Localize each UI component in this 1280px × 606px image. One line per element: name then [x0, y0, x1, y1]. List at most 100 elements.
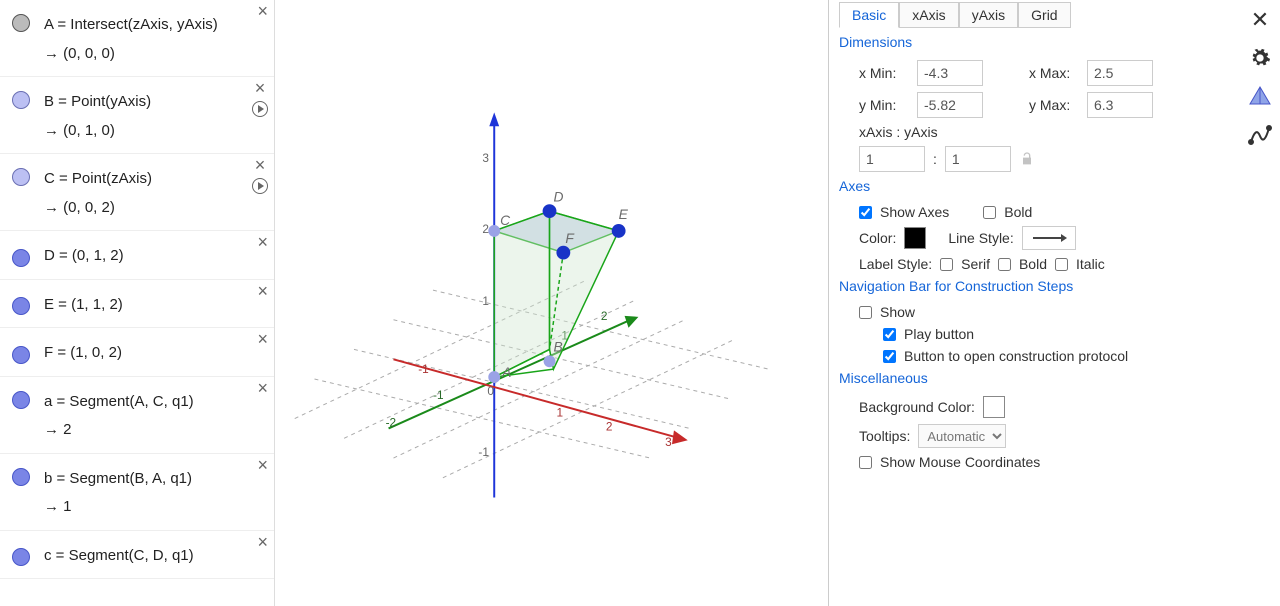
z-tick: -1 [478, 445, 489, 459]
point-label: B [553, 338, 562, 354]
xmax-input[interactable] [1087, 60, 1153, 86]
show-axes-checkbox[interactable] [859, 206, 872, 219]
algebra-row[interactable]: c = Segment(C, D, q1)× [0, 531, 274, 580]
visibility-bullet[interactable] [12, 548, 30, 566]
point-label: C [500, 212, 511, 228]
algebra-value: → (0, 0, 2) [44, 194, 268, 223]
algebra-value: → (0, 0, 0) [44, 40, 268, 69]
mouse-coords-checkbox[interactable] [859, 456, 872, 469]
visibility-bullet[interactable] [12, 14, 30, 32]
close-icon[interactable]: × [257, 2, 268, 20]
tab-grid[interactable]: Grid [1018, 2, 1070, 28]
nav-protocol-checkbox[interactable] [883, 350, 896, 363]
algebra-row[interactable]: E = (1, 1, 2)× [0, 280, 274, 329]
show-axes-label: Show Axes [880, 204, 949, 220]
tab-basic[interactable]: Basic [839, 2, 899, 28]
algebra-row[interactable]: A = Intersect(zAxis, yAxis)→ (0, 0, 0) × [0, 0, 274, 77]
y-tick: -1 [433, 388, 444, 402]
play-icon[interactable] [252, 101, 268, 117]
3d-viewport[interactable]: 3 2 1 -1 0 -2 -1 1 2 -1 1 2 3 A B C D E … [275, 0, 828, 606]
visibility-bullet[interactable] [12, 168, 30, 186]
x-tick: 1 [556, 406, 563, 420]
point-f[interactable] [556, 246, 570, 260]
dimensions-header: Dimensions [839, 34, 1234, 50]
visibility-bullet[interactable] [12, 297, 30, 315]
ymin-label: y Min: [859, 97, 909, 113]
axes-color-swatch[interactable] [904, 227, 926, 249]
tab-xaxis[interactable]: xAxis [899, 2, 958, 28]
bgcolor-label: Background Color: [859, 399, 975, 415]
curve-icon[interactable] [1248, 122, 1272, 146]
nav-play-checkbox[interactable] [883, 328, 896, 341]
ratio-y-input[interactable] [945, 146, 1011, 172]
visibility-bullet[interactable] [12, 468, 30, 486]
algebra-row[interactable]: a = Segment(A, C, q1)→ 2 × [0, 377, 274, 454]
z-tick: 1 [482, 294, 489, 308]
line-style-picker[interactable] [1022, 226, 1076, 250]
close-icon[interactable]: × [257, 379, 268, 397]
gear-icon[interactable] [1248, 46, 1272, 70]
visibility-bullet[interactable] [12, 91, 30, 109]
tetrahedron-icon[interactable] [1248, 84, 1272, 108]
point-label: D [553, 188, 563, 204]
xmin-label: x Min: [859, 65, 909, 81]
algebra-row[interactable]: b = Segment(B, A, q1)→ 1× [0, 454, 274, 531]
point-d[interactable] [543, 204, 557, 218]
properties-panel[interactable]: Basic xAxis yAxis Grid Dimensions x Min:… [828, 0, 1240, 606]
visibility-bullet[interactable] [12, 249, 30, 267]
point-label: A [501, 364, 511, 380]
bgcolor-swatch[interactable] [983, 396, 1005, 418]
lock-icon[interactable] [1019, 151, 1035, 167]
tooltips-select[interactable]: Automatic [918, 424, 1006, 448]
properties-tabs: Basic xAxis yAxis Grid [839, 2, 1234, 28]
point-a[interactable] [488, 371, 500, 383]
algebra-value: → 2 [44, 416, 268, 445]
algebra-definition: E = (1, 1, 2) [44, 291, 268, 320]
point-c[interactable] [488, 225, 500, 237]
axes-header: Axes [839, 178, 1234, 194]
close-icon[interactable]: × [257, 282, 268, 300]
play-icon[interactable] [252, 178, 268, 194]
algebra-definition: A = Intersect(zAxis, yAxis) [44, 11, 268, 40]
close-icon[interactable]: × [257, 233, 268, 251]
close-icon[interactable]: × [257, 330, 268, 348]
algebra-row[interactable]: F = (1, 0, 2)× [0, 328, 274, 377]
visibility-bullet[interactable] [12, 346, 30, 364]
bold-axes-checkbox[interactable] [983, 206, 996, 219]
tab-yaxis[interactable]: yAxis [959, 2, 1018, 28]
algebra-row[interactable]: D = (0, 1, 2)× [0, 231, 274, 280]
nav-show-checkbox[interactable] [859, 306, 872, 319]
close-icon[interactable]: × [257, 456, 268, 474]
italic-label: Italic [1076, 256, 1105, 272]
ratio-colon: : [933, 151, 937, 167]
visibility-bullet[interactable] [12, 391, 30, 409]
ymax-label: y Max: [1029, 97, 1079, 113]
algebra-definition: D = (0, 1, 2) [44, 242, 268, 271]
algebra-definition: F = (1, 0, 2) [44, 339, 268, 368]
ymax-input[interactable] [1087, 92, 1153, 118]
close-icon[interactable]: × [255, 156, 266, 174]
algebra-row[interactable]: B = Point(yAxis)→ (0, 1, 0)× [0, 77, 274, 154]
bold-axes-label: Bold [1004, 204, 1032, 220]
algebra-definition: a = Segment(A, C, q1) [44, 388, 268, 417]
algebra-panel[interactable]: A = Intersect(zAxis, yAxis)→ (0, 0, 0)×B… [0, 0, 275, 606]
xmin-input[interactable] [917, 60, 983, 86]
close-icon[interactable]: × [257, 533, 268, 551]
close-icon[interactable]: ✕ [1248, 8, 1272, 32]
point-e[interactable] [612, 224, 626, 238]
serif-label: Serif [961, 256, 990, 272]
serif-checkbox[interactable] [940, 258, 953, 271]
algebra-value: → 1 [44, 493, 268, 522]
point-b[interactable] [544, 355, 556, 367]
algebra-row[interactable]: C = Point(zAxis)→ (0, 0, 2) × [0, 154, 274, 231]
ratio-x-input[interactable] [859, 146, 925, 172]
x-tick: 2 [606, 419, 613, 433]
line-style-label: Line Style: [948, 230, 1013, 246]
ymin-input[interactable] [917, 92, 983, 118]
z-tick: 3 [482, 151, 489, 165]
algebra-definition: C = Point(zAxis) [44, 165, 268, 194]
close-icon[interactable]: × [255, 79, 266, 97]
bold-label-checkbox[interactable] [998, 258, 1011, 271]
xmax-label: x Max: [1029, 65, 1079, 81]
italic-checkbox[interactable] [1055, 258, 1068, 271]
